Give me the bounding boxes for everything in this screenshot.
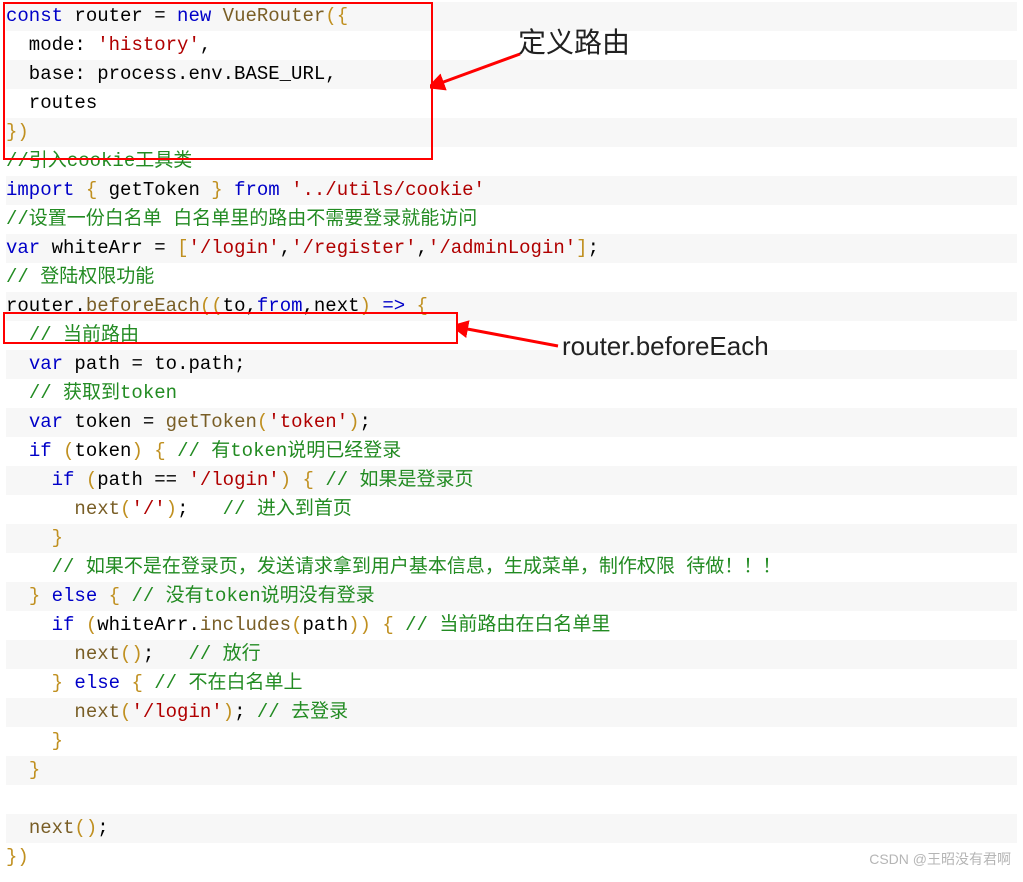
code-line: import { getToken } from '../utils/cooki… bbox=[6, 176, 1017, 205]
code-line: var whiteArr = ['/login','/register','/a… bbox=[6, 234, 1017, 263]
code-line: if (whiteArr.includes(path)) { // 当前路由在白… bbox=[6, 611, 1017, 640]
code-line: routes bbox=[6, 89, 1017, 118]
code-line: } else { // 没有token说明没有登录 bbox=[6, 582, 1017, 611]
code-line: }) bbox=[6, 843, 1017, 872]
code-line: // 获取到token bbox=[6, 379, 1017, 408]
code-line: next('/login'); // 去登录 bbox=[6, 698, 1017, 727]
code-line: base: process.env.BASE_URL, bbox=[6, 60, 1017, 89]
code-line: } else { // 不在白名单上 bbox=[6, 669, 1017, 698]
code-line: } bbox=[6, 524, 1017, 553]
code-line: //设置一份白名单 白名单里的路由不需要登录就能访问 bbox=[6, 205, 1017, 234]
code-line: // 登陆权限功能 bbox=[6, 263, 1017, 292]
code-line: //引入cookie工具类 bbox=[6, 147, 1017, 176]
code-line: next(); // 放行 bbox=[6, 640, 1017, 669]
code-line: }) bbox=[6, 118, 1017, 147]
code-line bbox=[6, 785, 1017, 814]
code-line: // 当前路由 bbox=[6, 321, 1017, 350]
code-line: router.beforeEach((to,from,next) => { bbox=[6, 292, 1017, 321]
annotation-define-router: 定义路由 bbox=[518, 28, 630, 57]
code-line: if (token) { // 有token说明已经登录 bbox=[6, 437, 1017, 466]
code-line: } bbox=[6, 727, 1017, 756]
annotation-before-each: router.beforeEach bbox=[562, 332, 769, 361]
code-line: var path = to.path; bbox=[6, 350, 1017, 379]
code-line: next(); bbox=[6, 814, 1017, 843]
code-line: // 如果不是在登录页，发送请求拿到用户基本信息，生成菜单，制作权限 待做！！！ bbox=[6, 553, 1017, 582]
code-line: const router = new VueRouter({ bbox=[6, 2, 1017, 31]
code-line: var token = getToken('token'); bbox=[6, 408, 1017, 437]
code-block: const router = new VueRouter({ mode: 'hi… bbox=[0, 0, 1023, 874]
code-line: next('/'); // 进入到首页 bbox=[6, 495, 1017, 524]
code-line: if (path == '/login') { // 如果是登录页 bbox=[6, 466, 1017, 495]
code-line: } bbox=[6, 756, 1017, 785]
watermark-text: CSDN @王昭没有君啊 bbox=[869, 845, 1011, 874]
code-line: mode: 'history', bbox=[6, 31, 1017, 60]
